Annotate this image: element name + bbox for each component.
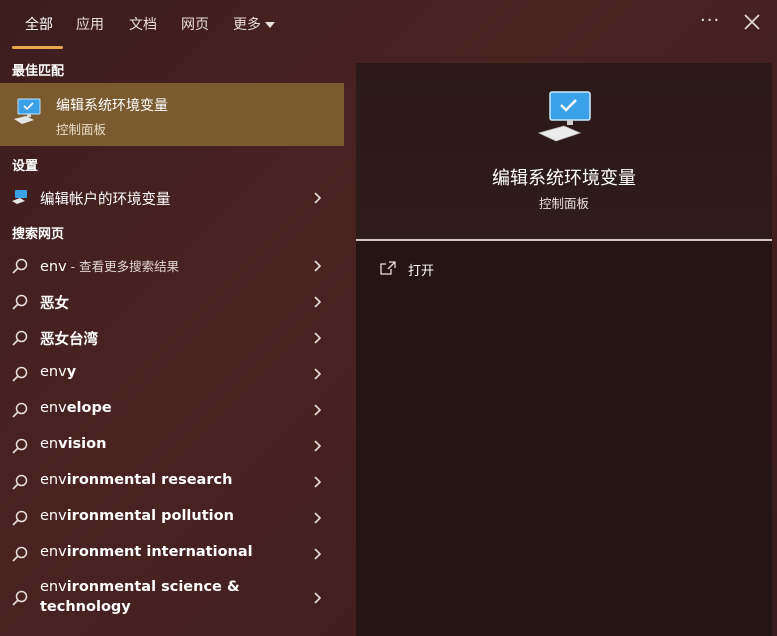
preview-header: 编辑系统环境变量 控制面板	[356, 63, 772, 239]
search-icon	[12, 546, 28, 562]
chevron-right-icon	[314, 404, 322, 416]
control-panel-icon	[14, 98, 41, 124]
chevron-right-icon	[314, 368, 322, 380]
open-external-icon	[380, 261, 396, 275]
tab-apps[interactable]: 应用	[76, 14, 104, 34]
web-result-item[interactable]: environmental science & technology	[0, 571, 344, 623]
web-result-item[interactable]: environmental research	[0, 463, 344, 499]
active-tab-indicator	[12, 46, 63, 49]
web-result-plain: env	[40, 579, 67, 595]
section-best-match: 最佳匹配	[12, 64, 65, 79]
web-result-plain: env	[40, 400, 67, 416]
web-result-plain: env	[40, 544, 67, 560]
preview-title: 编辑系统环境变量	[492, 168, 636, 189]
web-result-label: envision	[40, 436, 106, 452]
web-result-label: environmental research	[40, 472, 232, 488]
web-result-item[interactable]: 恶女	[0, 283, 344, 319]
web-result-label: 恶女	[40, 292, 69, 313]
preview-subtitle: 控制面板	[538, 196, 589, 211]
web-result-sub: - 查看更多搜索结果	[66, 259, 180, 274]
open-action[interactable]: 打开	[380, 259, 580, 279]
web-result-label: envelope	[40, 400, 112, 416]
settings-item-label: 编辑帐户的环境变量	[40, 192, 171, 208]
chevron-right-icon	[314, 296, 322, 308]
best-match-subtitle: 控制面板	[56, 122, 107, 137]
web-result-item[interactable]: envy	[0, 355, 344, 391]
web-result-item[interactable]: envelope	[0, 391, 344, 427]
chevron-right-icon	[314, 512, 322, 524]
web-result-plain: env	[40, 472, 67, 488]
web-result-item[interactable]: env - 查看更多搜索结果	[0, 247, 344, 283]
web-result-label: 恶女台湾	[40, 328, 98, 349]
web-result-label: envy	[40, 364, 76, 380]
more-options-icon[interactable]: ···	[700, 10, 720, 31]
tab-documents[interactable]: 文档	[129, 14, 157, 34]
web-result-bold: ironmental pollution	[66, 508, 234, 524]
search-icon	[12, 330, 28, 346]
chevron-right-icon	[314, 548, 322, 560]
web-result-plain: env	[40, 508, 67, 524]
chevron-right-icon	[314, 332, 322, 344]
web-result-item[interactable]: 恶女台湾	[0, 319, 344, 355]
web-result-plain: en	[40, 436, 59, 452]
search-icon	[12, 438, 28, 454]
close-icon[interactable]	[742, 12, 762, 32]
results-list: 最佳匹配 编辑系统环境变量 控制面板 设置 编辑帐户的环境变量 搜索网页 env…	[0, 52, 344, 636]
settings-computer-icon	[12, 190, 27, 204]
chevron-right-icon	[314, 476, 322, 488]
web-result-item[interactable]: environment international	[0, 535, 344, 571]
search-icon	[12, 258, 28, 274]
web-result-plain: env	[40, 259, 67, 275]
web-result-bold: 恶女	[40, 296, 69, 312]
search-icon	[12, 366, 28, 382]
web-result-item[interactable]: environmental pollution	[0, 499, 344, 535]
best-match-title: 编辑系统环境变量	[56, 98, 168, 114]
chevron-right-icon	[314, 192, 322, 204]
web-result-bold: ironmental research	[66, 472, 233, 488]
preview-pane: 编辑系统环境变量 控制面板 打开	[356, 63, 772, 636]
tab-web[interactable]: 网页	[181, 14, 209, 34]
web-result-plain: env	[40, 364, 67, 380]
web-result-bold: 恶女台湾	[40, 332, 98, 348]
web-result-label: env - 查看更多搜索结果	[40, 256, 179, 275]
web-result-bold: ironmental science & technology	[40, 579, 240, 615]
caret-down-icon	[265, 22, 275, 28]
search-icon	[12, 402, 28, 418]
web-result-label: environmental pollution	[40, 508, 234, 524]
web-result-bold: elope	[66, 400, 112, 416]
chevron-right-icon	[314, 260, 322, 272]
web-result-label: environmental science & technology	[40, 577, 310, 617]
section-settings: 设置	[12, 159, 39, 174]
tab-more[interactable]: 更多	[233, 14, 275, 34]
web-result-item[interactable]: envision	[0, 427, 344, 463]
chevron-right-icon	[314, 440, 322, 452]
search-icon	[12, 294, 28, 310]
chevron-right-icon	[314, 592, 322, 604]
web-result-label: environment international	[40, 544, 253, 560]
open-action-label: 打开	[408, 264, 435, 279]
search-icon	[12, 474, 28, 490]
web-result-bold: ironment international	[66, 544, 253, 560]
search-icon	[12, 590, 28, 606]
filter-tabs: 全部 应用 文档 网页 更多 ···	[0, 0, 777, 50]
web-result-bold: vision	[58, 436, 107, 452]
section-search-web: 搜索网页	[12, 227, 65, 242]
web-result-bold: y	[66, 364, 77, 380]
preview-divider	[356, 239, 772, 241]
best-match-item[interactable]: 编辑系统环境变量 控制面板	[0, 83, 344, 146]
settings-item[interactable]: 编辑帐户的环境变量	[0, 179, 344, 215]
search-icon	[12, 510, 28, 526]
tab-all[interactable]: 全部	[25, 14, 53, 34]
control-panel-large-icon	[537, 91, 591, 142]
tab-more-label: 更多	[233, 17, 261, 33]
